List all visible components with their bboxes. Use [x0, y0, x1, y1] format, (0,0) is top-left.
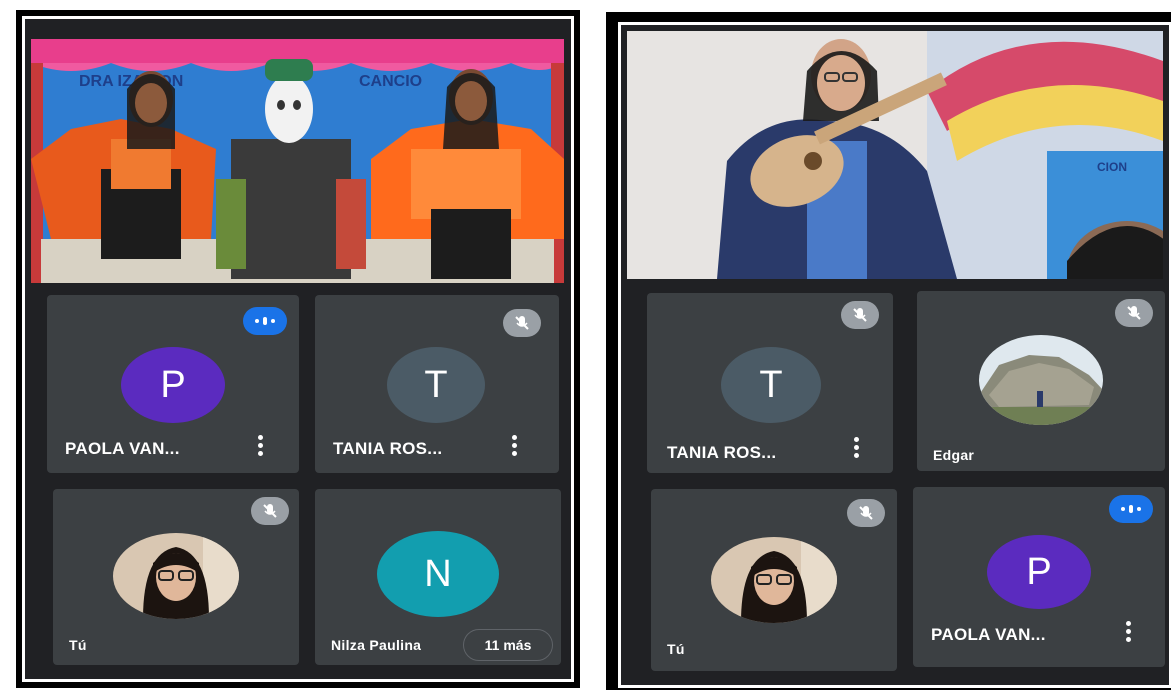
- more-vert-icon[interactable]: [1125, 621, 1131, 645]
- mic-off-icon: [1115, 299, 1153, 327]
- speaking-indicator-icon: [243, 307, 287, 335]
- left-phone-frame: DRA IZACION CANCIO P PAOLA VAN... T TANI…: [16, 10, 580, 688]
- speaking-indicator-icon: [1109, 495, 1153, 523]
- participant-name: PAOLA VAN...: [65, 439, 180, 458]
- left-meet-screen: DRA IZACION CANCIO P PAOLA VAN... T TANI…: [22, 16, 574, 682]
- participant-name: Tú: [667, 641, 685, 657]
- right-meet-screen: CION T TANIA ROS... Edgar Tú P PAOLA VAN…: [618, 22, 1171, 688]
- participant-tile[interactable]: T TANIA ROS...: [647, 293, 893, 473]
- more-vert-icon[interactable]: [853, 437, 859, 461]
- main-video-stage[interactable]: DRA IZACION CANCIO: [31, 39, 564, 283]
- svg-text:CION: CION: [1097, 160, 1127, 174]
- right-phone-frame: CION T TANIA ROS... Edgar Tú P PAOLA VAN…: [606, 12, 1171, 690]
- mic-off-icon: [841, 301, 879, 329]
- avatar: P: [987, 535, 1091, 609]
- participant-name: Edgar: [933, 447, 975, 463]
- participant-tile[interactable]: Edgar: [917, 291, 1165, 471]
- avatar: P: [121, 347, 225, 423]
- mic-off-icon: [503, 309, 541, 337]
- avatar: N: [377, 531, 499, 617]
- avatar-photo: [113, 533, 239, 619]
- participant-name: Nilza Paulina: [331, 637, 422, 653]
- charango-video-image: CION: [627, 31, 1163, 279]
- mic-off-icon: [847, 499, 885, 527]
- participant-name: TANIA ROS...: [667, 443, 777, 462]
- avatar: T: [387, 347, 485, 423]
- more-vert-icon[interactable]: [257, 435, 263, 459]
- participant-tile[interactable]: P PAOLA VAN...: [913, 487, 1165, 667]
- participant-tile[interactable]: T TANIA ROS...: [315, 295, 559, 473]
- mic-off-icon: [251, 497, 289, 525]
- svg-text:CANCIO: CANCIO: [359, 73, 422, 90]
- more-participants-badge[interactable]: 11 más: [463, 629, 553, 661]
- participant-name: Tú: [69, 637, 87, 653]
- participant-tile[interactable]: N Nilza Paulina 11 más: [315, 489, 561, 665]
- participant-tile[interactable]: P PAOLA VAN...: [47, 295, 299, 473]
- avatar-photo: [979, 335, 1103, 425]
- stage-video-image: DRA IZACION CANCIO: [31, 39, 564, 283]
- main-video-charango[interactable]: CION: [627, 31, 1163, 279]
- participant-tile-self[interactable]: Tú: [651, 489, 897, 671]
- participant-tile-self[interactable]: Tú: [53, 489, 299, 665]
- avatar: T: [721, 347, 821, 423]
- avatar-photo: [711, 537, 837, 623]
- more-vert-icon[interactable]: [511, 435, 517, 459]
- participant-name: TANIA ROS...: [333, 439, 443, 458]
- participant-name: PAOLA VAN...: [931, 625, 1046, 644]
